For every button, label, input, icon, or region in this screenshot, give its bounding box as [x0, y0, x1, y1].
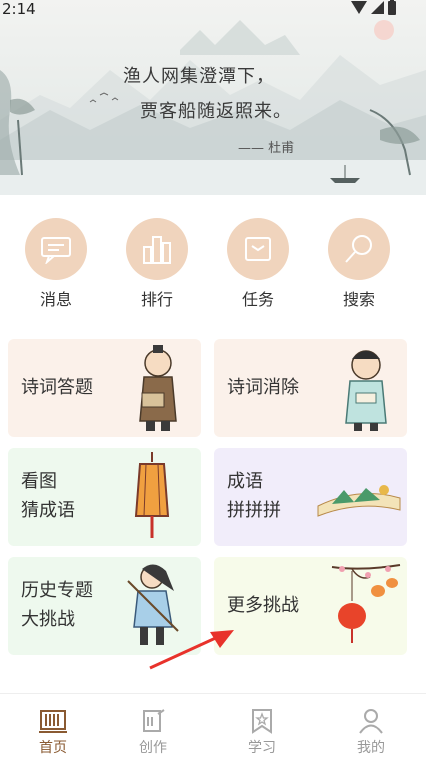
- menu-item-ranking[interactable]: 排行: [117, 215, 197, 310]
- menu-label: 任务: [241, 290, 274, 309]
- scholar-illustration: [139, 345, 177, 431]
- poem-text: 渔人网集澄潭下， 贾客船随返照来。 —— 杜甫: [0, 0, 426, 195]
- menu-label: 排行: [140, 290, 173, 309]
- message-icon: [25, 218, 87, 280]
- menu-label: 消息: [39, 290, 72, 309]
- child-scholar-illustration: [345, 350, 387, 431]
- search-icon: [328, 218, 390, 280]
- card-idiom-puzzle[interactable]: 成语 拼拼拼: [214, 448, 407, 546]
- wifi-icon: [351, 1, 367, 14]
- tab-learn[interactable]: 学习: [209, 694, 315, 757]
- task-icon: [227, 218, 289, 280]
- card-title-line1: 成语: [227, 471, 263, 492]
- card-title: 诗词消除: [227, 377, 299, 398]
- menu-item-tasks[interactable]: 任务: [218, 215, 298, 310]
- tab-label: 首页: [39, 740, 67, 756]
- bottom-tab-bar: 首页 创作 学习 我的: [0, 693, 426, 757]
- tab-home[interactable]: 首页: [0, 694, 106, 757]
- card-title: 更多挑战: [227, 595, 299, 616]
- lantern-illustration: [134, 452, 170, 538]
- tab-label: 学习: [248, 740, 276, 756]
- status-bar: 2:14: [0, 0, 426, 18]
- scroll-illustration: [317, 485, 401, 517]
- card-title-line2: 猜成语: [21, 500, 75, 521]
- ranking-icon: [126, 218, 188, 280]
- tab-label: 我的: [357, 740, 385, 756]
- pointer-arrow: [149, 630, 234, 670]
- card-title-line2: 大挑战: [21, 609, 75, 630]
- card-title-line1: 看图: [21, 471, 57, 492]
- poem-banner: 渔人网集澄潭下， 贾客船随返照来。 —— 杜甫: [0, 0, 426, 195]
- card-title-line1: 历史专题: [21, 580, 93, 601]
- poem-line-1: 渔人网集澄潭下，: [123, 66, 275, 87]
- status-icons: [351, 0, 396, 15]
- poem-line-2: 贾客船随返照来。: [140, 101, 292, 122]
- card-guess-idiom[interactable]: 看图 猜成语: [8, 448, 201, 546]
- home-book-icon: [39, 707, 67, 735]
- quick-menu: 消息 排行 任务 搜索: [0, 215, 426, 315]
- card-title-line2: 拼拼拼: [227, 500, 281, 521]
- status-time: 2:14: [2, 0, 36, 18]
- menu-label: 搜索: [342, 290, 375, 309]
- card-poetry-quiz[interactable]: 诗词答题: [8, 339, 201, 437]
- battery-icon: [388, 0, 396, 15]
- menu-item-search[interactable]: 搜索: [319, 215, 399, 310]
- card-title: 诗词答题: [21, 377, 93, 398]
- poem-author: —— 杜甫: [238, 141, 295, 156]
- tab-create[interactable]: 创作: [100, 694, 206, 757]
- profile-icon: [357, 707, 385, 735]
- bookmark-star-icon: [248, 707, 276, 735]
- plum-blossom-lantern-illustration: [331, 564, 401, 643]
- card-more-challenges[interactable]: 更多挑战: [214, 557, 407, 655]
- create-icon: [139, 707, 167, 735]
- tab-label: 创作: [139, 740, 167, 756]
- signal-icon: [371, 1, 384, 14]
- tab-profile[interactable]: 我的: [318, 694, 424, 757]
- menu-item-messages[interactable]: 消息: [16, 215, 96, 310]
- card-poetry-elimination[interactable]: 诗词消除: [214, 339, 407, 437]
